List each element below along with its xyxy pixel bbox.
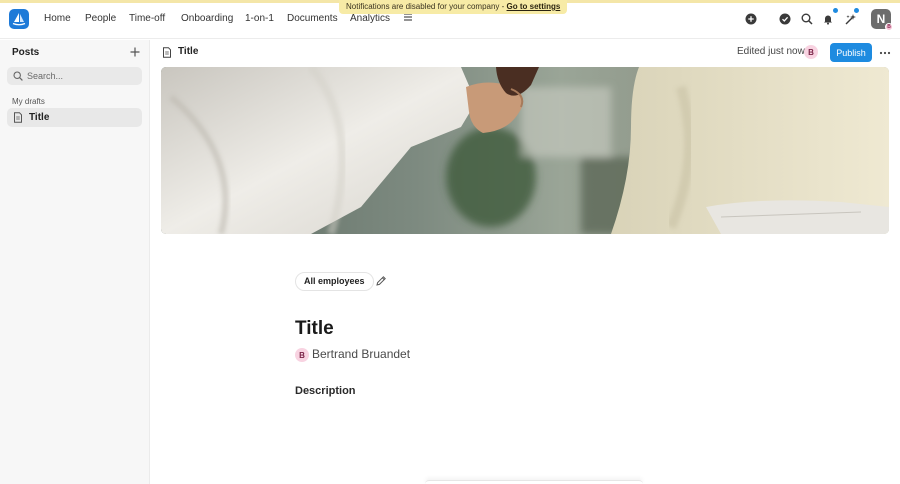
user-avatar[interactable]: N B	[871, 9, 893, 31]
document-title: Title	[178, 46, 199, 57]
more-options-icon[interactable]	[878, 46, 892, 60]
sidebar-item-label: Title	[29, 112, 50, 123]
search-icon	[13, 71, 23, 81]
sidebar-item-title[interactable]: Title	[7, 108, 142, 127]
updates-dot	[854, 8, 859, 13]
bell-icon	[824, 15, 832, 25]
search-icon	[801, 13, 813, 25]
nav-analytics[interactable]: Analytics	[350, 13, 390, 24]
check-circle-icon	[779, 13, 791, 25]
posts-sidebar: Posts My drafts Title	[0, 40, 150, 484]
nav-home[interactable]: Home	[44, 13, 71, 24]
document-header: Title Edited just now B Publish	[151, 40, 900, 66]
plus-circle-icon	[745, 13, 757, 25]
search-box	[7, 67, 142, 85]
add-post-icon[interactable]	[129, 46, 141, 58]
tasks-button[interactable]	[778, 12, 792, 26]
nav-onboarding[interactable]: Onboarding	[181, 13, 233, 24]
search-input[interactable]	[27, 67, 137, 85]
edited-status: Edited just now	[737, 46, 805, 57]
user-initial: N	[876, 12, 886, 26]
search-button[interactable]	[800, 12, 814, 26]
nav-one-on-one[interactable]: 1-on-1	[245, 13, 274, 24]
author-name: Bertrand Bruandet	[312, 347, 411, 361]
audience-chip[interactable]: All employees	[295, 272, 374, 291]
app-logo[interactable]	[9, 9, 29, 29]
nav-people[interactable]: People	[85, 13, 116, 24]
sail-logo-icon	[12, 13, 26, 26]
notification-banner: Notifications are disabled for your comp…	[339, 0, 568, 14]
edit-pencil-icon[interactable]	[375, 275, 387, 287]
create-button[interactable]	[744, 12, 758, 26]
post-description[interactable]: Description	[295, 385, 356, 397]
sparkle-icon	[845, 13, 856, 24]
user-badge: B	[885, 23, 893, 31]
document-icon	[14, 112, 22, 123]
my-drafts-label: My drafts	[12, 97, 45, 106]
nav-documents[interactable]: Documents	[287, 13, 338, 24]
banner-text: Notifications are disabled for your comp…	[346, 2, 507, 11]
author-avatar: B	[295, 348, 309, 362]
notifications-button[interactable]	[821, 8, 838, 26]
editor-avatar[interactable]: B	[804, 45, 818, 59]
document-icon	[163, 47, 171, 58]
post-title[interactable]: Title	[295, 318, 334, 340]
handshake-photo	[161, 67, 889, 234]
notification-dot	[833, 8, 838, 13]
cover-image[interactable]	[161, 67, 889, 234]
go-to-settings-link[interactable]: Go to settings	[507, 2, 561, 11]
publish-button[interactable]: Publish	[830, 43, 872, 62]
sidebar-title: Posts	[12, 47, 40, 58]
nav-time-off[interactable]: Time-off	[129, 13, 165, 24]
bottom-toolbar-edge	[425, 480, 643, 484]
updates-button[interactable]	[843, 8, 859, 26]
